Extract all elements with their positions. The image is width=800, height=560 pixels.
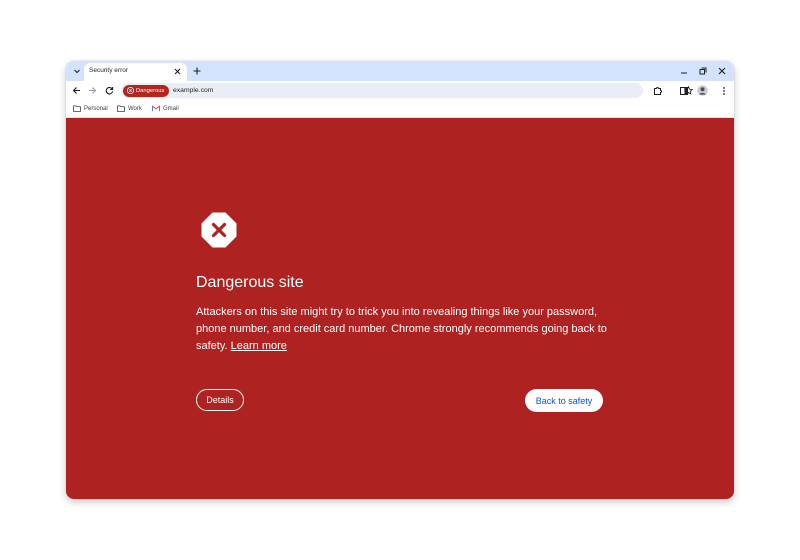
danger-icon bbox=[127, 87, 134, 94]
restore-icon bbox=[699, 67, 706, 74]
bookmark-label: Work bbox=[128, 105, 142, 112]
stop-sign-icon bbox=[201, 212, 237, 248]
tab-close-button[interactable] bbox=[172, 66, 183, 77]
url-text[interactable]: example.com bbox=[173, 87, 213, 94]
minimize-button[interactable] bbox=[677, 64, 690, 77]
minimize-icon bbox=[680, 71, 687, 74]
bookmark-label: Personal bbox=[84, 105, 108, 112]
new-tab-button[interactable] bbox=[190, 64, 204, 78]
more-vert-icon bbox=[722, 86, 725, 95]
puzzle-piece-icon bbox=[653, 86, 662, 95]
tab-security-error[interactable]: Security error bbox=[84, 63, 187, 81]
arrow-right-icon bbox=[89, 87, 97, 94]
omnibox[interactable]: Dangerous example.com bbox=[121, 83, 693, 98]
warning-message: Attackers on this site might try to tric… bbox=[196, 304, 616, 355]
close-icon bbox=[174, 68, 181, 75]
toolbar: Dangerous example.com bbox=[66, 81, 734, 100]
window-controls bbox=[677, 64, 728, 77]
profile-avatar-button[interactable] bbox=[696, 84, 709, 97]
bookmarks-bar: Personal Work Gmail bbox=[66, 100, 734, 118]
browser-window: Security error Dangerous example.com Per… bbox=[66, 61, 734, 499]
details-button[interactable]: Details bbox=[196, 389, 244, 411]
avatar-icon bbox=[697, 85, 708, 96]
forward-button[interactable] bbox=[86, 84, 99, 97]
reload-button[interactable] bbox=[103, 84, 116, 97]
restore-button[interactable] bbox=[696, 64, 709, 77]
close-window-button[interactable] bbox=[715, 64, 728, 77]
bookmark-gmail[interactable]: Gmail bbox=[152, 103, 179, 114]
folder-icon bbox=[73, 105, 81, 112]
reload-icon bbox=[105, 86, 114, 95]
back-button[interactable] bbox=[70, 84, 83, 97]
tab-strip: Security error bbox=[66, 61, 734, 81]
gmail-icon bbox=[152, 105, 160, 112]
arrow-left-icon bbox=[72, 87, 80, 94]
side-panel-button[interactable] bbox=[677, 84, 690, 97]
folder-icon bbox=[117, 105, 125, 112]
learn-more-link[interactable]: Learn more bbox=[231, 340, 287, 352]
bookmark-label: Gmail bbox=[163, 105, 179, 112]
chevron-down-icon bbox=[74, 69, 80, 74]
extensions-button[interactable] bbox=[651, 84, 664, 97]
back-to-safety-button[interactable]: Back to safety bbox=[525, 389, 603, 412]
plus-icon bbox=[193, 67, 201, 75]
tab-search-button[interactable] bbox=[70, 64, 84, 78]
bookmark-work[interactable]: Work bbox=[117, 103, 142, 114]
tab-title: Security error bbox=[89, 67, 129, 74]
more-menu-button[interactable] bbox=[717, 84, 730, 97]
side-panel-icon bbox=[679, 86, 688, 95]
chip-label: Dangerous bbox=[136, 87, 165, 94]
close-icon bbox=[718, 67, 725, 74]
bookmark-personal[interactable]: Personal bbox=[73, 103, 108, 114]
dangerous-site-interstitial: Dangerous site Attackers on this site mi… bbox=[66, 118, 734, 499]
page-title: Dangerous site bbox=[196, 274, 304, 291]
dangerous-site-chip[interactable]: Dangerous bbox=[123, 84, 170, 97]
